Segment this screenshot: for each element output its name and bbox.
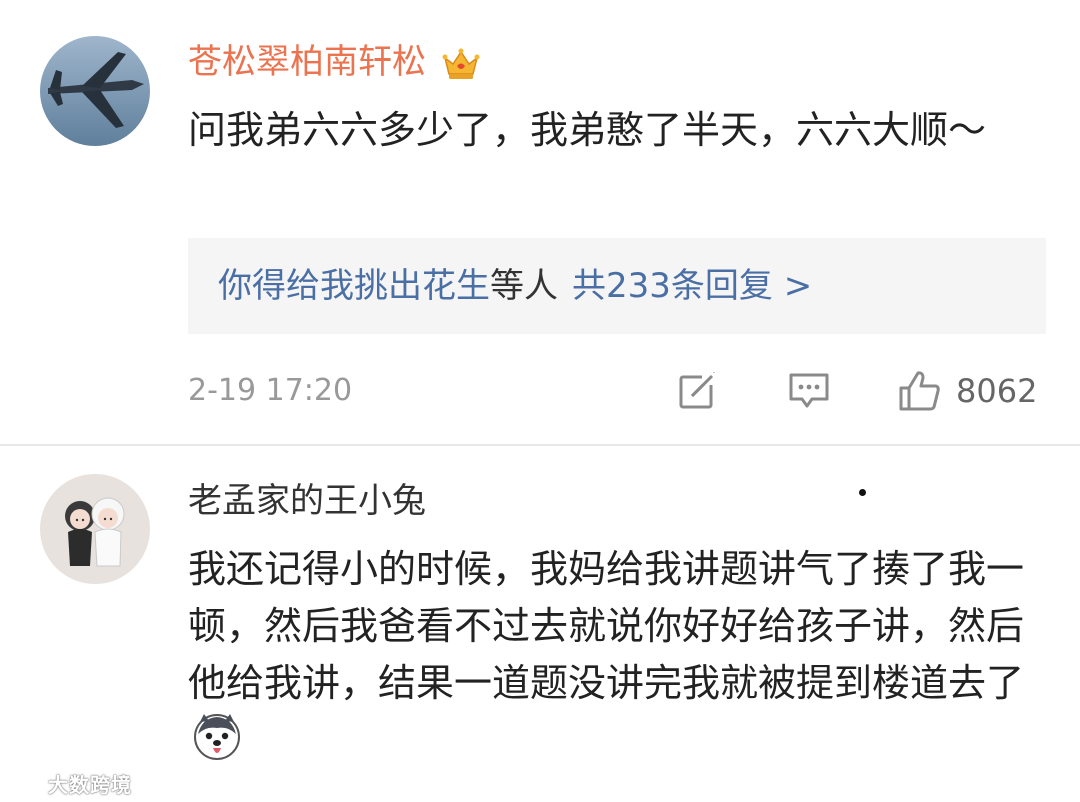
like-count: 8062 [956,372,1038,410]
comment-button[interactable] [788,366,830,416]
crown-icon [441,46,481,82]
avatar[interactable] [40,36,150,146]
thumbs-up-icon [899,371,940,411]
watermark-logo-icon [8,774,48,792]
cartoon-couple-avatar-image [40,474,150,584]
watermark-text: 大数跨境 [48,772,132,797]
repost-button[interactable] [678,366,718,416]
watermark: 大数跨境 [8,770,132,797]
comment-text: 问我弟六六多少了，我弟憨了半天，六六大顺～ [188,108,987,152]
comment-icon [789,373,829,408]
airplane-avatar-image [40,36,150,146]
comment-meta: 2-19 17:20 8062 [188,366,1046,416]
indicator-dot [859,489,866,496]
username[interactable]: 苍松翠柏南轩松 [188,42,481,82]
avatar[interactable] [40,474,150,584]
reply-count-link[interactable]: 共233条回复 > [572,266,812,306]
comment-text-content: 我还记得小的时候，我妈给我讲题讲气了揍了我一顿，然后我爸看不过去就说你好好给孩子… [188,547,1025,705]
comment-divider [0,444,1080,446]
username-text[interactable]: 老孟家的王小兔 [188,481,426,521]
husky-emoji-icon [192,712,242,762]
reply-suffix: 等人 [490,266,558,306]
repost-icon [679,371,718,409]
timestamp: 2-19 17:20 [188,373,353,408]
username[interactable]: 老孟家的王小兔 [188,481,426,521]
reply-usernames[interactable]: 你得给我挑出花生 [218,266,490,306]
replies-preview[interactable]: 你得给我挑出花生等人 共233条回复 > [188,238,1046,334]
like-button[interactable]: 8062 [898,366,1037,416]
comment-text: 我还记得小的时候，我妈给我讲题讲气了揍了我一顿，然后我爸看不过去就说你好好给孩子… [188,541,1028,770]
username-text[interactable]: 苍松翠柏南轩松 [188,42,426,82]
